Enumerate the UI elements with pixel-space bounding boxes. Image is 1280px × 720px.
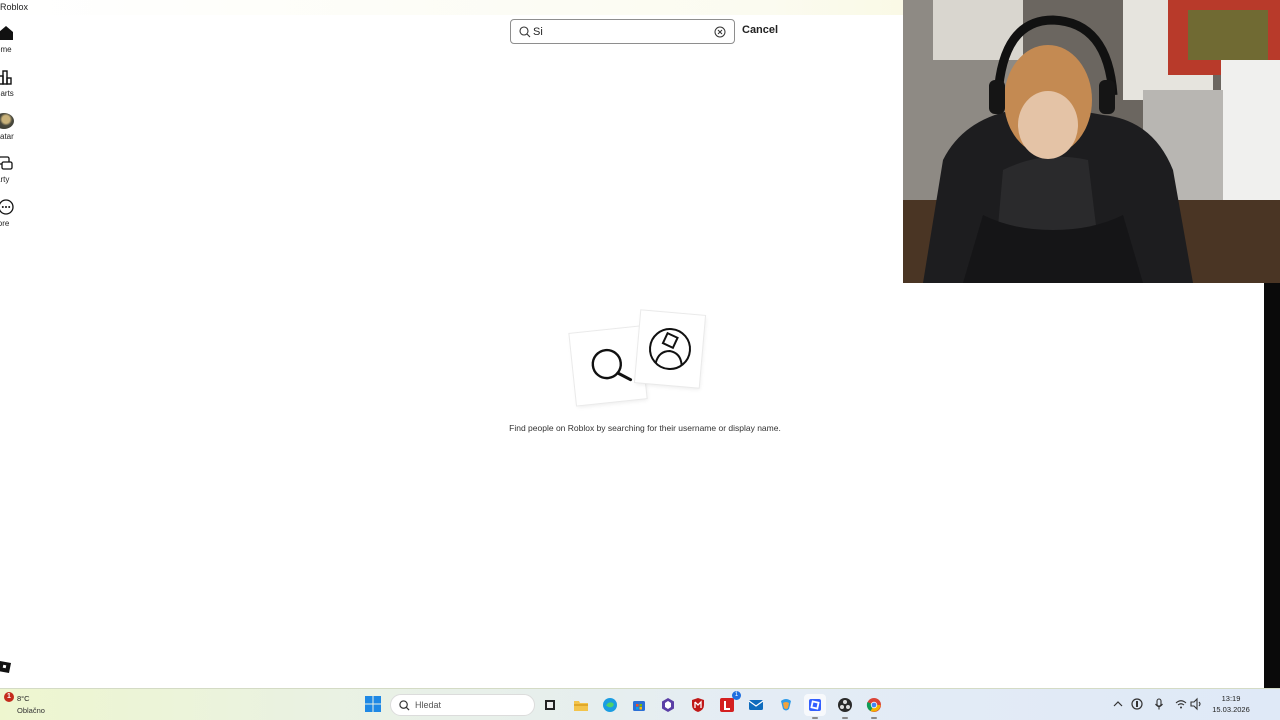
right-edge-bar bbox=[1264, 283, 1280, 688]
nav-item-home[interactable]: ome bbox=[0, 24, 40, 64]
speaker-icon[interactable] bbox=[1189, 697, 1203, 711]
search-box[interactable] bbox=[510, 19, 735, 44]
nav-item-label: arty bbox=[0, 175, 10, 184]
cancel-button[interactable]: Cancel bbox=[742, 24, 778, 36]
microphone-icon[interactable] bbox=[1152, 697, 1166, 711]
roblox-logo-icon[interactable] bbox=[0, 660, 12, 674]
red-l-app-button[interactable]: 1 bbox=[716, 691, 741, 716]
store-button[interactable] bbox=[628, 694, 650, 716]
l-app-icon bbox=[720, 698, 734, 712]
app-notification-badge: 1 bbox=[732, 691, 741, 700]
user-icon bbox=[649, 328, 691, 370]
vpn-icon bbox=[662, 698, 674, 712]
search-icon bbox=[519, 26, 531, 38]
roblox-icon bbox=[809, 699, 821, 711]
home-icon bbox=[0, 26, 13, 40]
chrome-icon bbox=[866, 698, 881, 712]
store-icon bbox=[633, 701, 645, 711]
weather-widget[interactable]: 1 8°C Oblačno bbox=[4, 692, 64, 718]
empty-state-message: Find people on Roblox by searching for t… bbox=[509, 423, 781, 433]
roblox-screen: Roblox ome harts vatar arty bbox=[0, 0, 1280, 720]
nav-item-avatar[interactable]: vatar bbox=[0, 111, 40, 151]
roblox-button[interactable] bbox=[804, 694, 826, 719]
mcafee-button[interactable] bbox=[687, 694, 709, 716]
avatar bbox=[0, 113, 14, 129]
taskbar: 1 8°C Oblačno Hledat 1 13:19 15.03.2026 bbox=[0, 688, 1280, 720]
obs-icon bbox=[838, 698, 852, 712]
chrome-button[interactable] bbox=[863, 694, 885, 719]
outlook-button[interactable] bbox=[745, 694, 767, 716]
nav-item-label: ome bbox=[0, 45, 12, 54]
file-explorer-button[interactable] bbox=[570, 694, 592, 716]
task-view-button[interactable] bbox=[539, 694, 561, 716]
copilot-button[interactable] bbox=[775, 694, 797, 716]
search-input[interactable] bbox=[533, 23, 713, 41]
magnifier-icon bbox=[591, 348, 633, 382]
weather-temperature: 8°C bbox=[17, 694, 30, 703]
network-app-icon[interactable] bbox=[1130, 697, 1144, 711]
notification-badge: 1 bbox=[4, 692, 14, 702]
task-view-icon bbox=[545, 700, 555, 710]
party-icon bbox=[0, 156, 13, 170]
weather-condition: Oblačno bbox=[17, 706, 45, 715]
nav-item-party[interactable]: arty bbox=[0, 154, 40, 194]
mail-icon bbox=[748, 700, 764, 710]
person-card bbox=[634, 310, 706, 388]
search-card bbox=[569, 326, 647, 406]
copilot-icon bbox=[781, 699, 791, 711]
taskbar-search[interactable]: Hledat bbox=[390, 694, 535, 716]
webcam-overlay bbox=[903, 0, 1280, 283]
mcafee-shield-icon bbox=[692, 698, 704, 712]
windows-start-icon[interactable] bbox=[364, 695, 382, 713]
system-clock[interactable]: 13:19 15.03.2026 bbox=[1202, 693, 1260, 715]
nav-item-label: lore bbox=[0, 219, 10, 228]
webcam-feed-image bbox=[903, 0, 1280, 283]
search-icon bbox=[399, 700, 410, 711]
nav-item-label: harts bbox=[0, 89, 14, 98]
folder-icon bbox=[574, 701, 588, 711]
wifi-icon[interactable] bbox=[1174, 697, 1188, 711]
vpn-button[interactable] bbox=[657, 694, 679, 716]
charts-icon bbox=[0, 70, 12, 85]
running-indicator bbox=[842, 717, 848, 719]
nav-item-more[interactable]: lore bbox=[0, 198, 40, 238]
nav-item-label: vatar bbox=[0, 132, 14, 141]
more-icon bbox=[0, 199, 14, 215]
window-title: Roblox bbox=[0, 2, 29, 12]
chevron-up-icon[interactable] bbox=[1111, 697, 1125, 711]
running-indicator bbox=[871, 717, 877, 719]
empty-state-illustration bbox=[568, 308, 718, 416]
clock-date: 15.03.2026 bbox=[1212, 705, 1250, 714]
taskbar-search-placeholder: Hledat bbox=[415, 700, 442, 710]
running-indicator bbox=[812, 717, 818, 719]
edge-icon bbox=[603, 698, 617, 712]
clear-icon[interactable] bbox=[714, 26, 726, 38]
edge-button[interactable] bbox=[599, 694, 621, 716]
obs-button[interactable] bbox=[834, 694, 856, 719]
clock-time: 13:19 bbox=[1221, 694, 1241, 703]
nav-item-charts[interactable]: harts bbox=[0, 68, 40, 108]
